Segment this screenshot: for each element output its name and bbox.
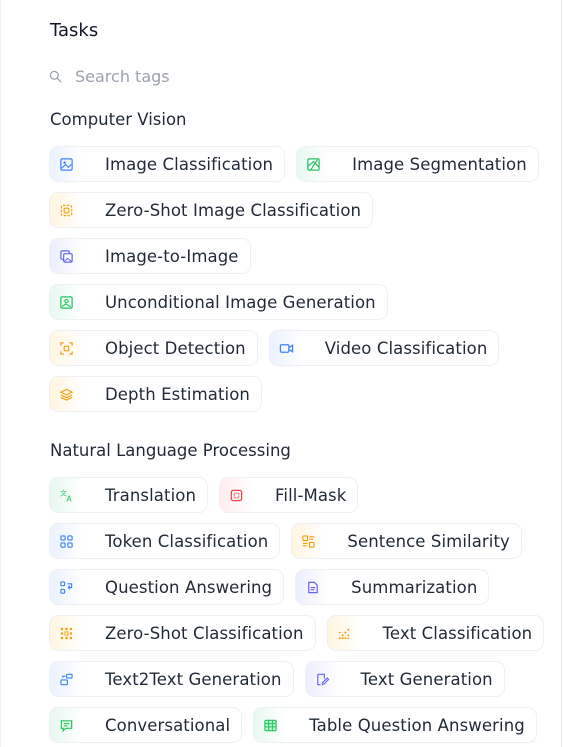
table-question-answering-icon (254, 708, 288, 742)
section-title-computer-vision: Computer Vision (50, 110, 187, 129)
tag-sentence-similarity[interactable]: Sentence Similarity (291, 523, 522, 559)
tag-label: Image-to-Image (105, 246, 239, 266)
tag-label: Zero-Shot Classification (105, 623, 304, 643)
tag-token-classification[interactable]: Token Classification (49, 523, 281, 559)
search-input[interactable] (75, 66, 325, 86)
tag-summarization[interactable]: Summarization (295, 569, 490, 605)
image-to-image-icon (50, 239, 83, 273)
svg-text:A: A (67, 494, 73, 502)
tag-question-answering[interactable]: Question Answering (49, 569, 285, 605)
tag-conversational[interactable]: Conversational (49, 707, 243, 743)
tag-label: Text Classification (382, 623, 533, 643)
tag-depth-estimation[interactable]: Depth Estimation (49, 376, 262, 412)
tag-label: Summarization (351, 577, 478, 597)
sentence-similarity-icon (292, 524, 326, 558)
tag-label: Fill-Mask (275, 485, 347, 505)
tag-label: Zero-Shot Image Classification (105, 200, 362, 220)
search-box[interactable] (49, 63, 349, 89)
tag-row: Image Classification Image Segmentation (49, 146, 539, 182)
tag-row: Question Answering Summarization (49, 569, 490, 605)
tag-label: Unconditional Image Generation (105, 292, 376, 312)
tag-translation[interactable]: 文A Translation (49, 477, 209, 513)
object-detection-icon (50, 331, 83, 365)
tag-label: Table Question Answering (309, 715, 525, 735)
tag-text-generation[interactable]: Text Generation (304, 661, 505, 697)
tag-row: Zero-Shot Classification Text Classifica… (49, 615, 545, 651)
tag-row: Text2Text Generation Text Generation (49, 661, 505, 697)
image-classification-icon (50, 147, 83, 181)
tag-row: 文A Translation Fill-Mask (49, 477, 359, 513)
fill-mask-icon (220, 478, 254, 512)
question-answering-icon (50, 570, 83, 604)
zero-shot-classification-icon (50, 616, 83, 650)
summarization-icon (296, 570, 330, 604)
tag-video-classification[interactable]: Video Classification (268, 330, 500, 366)
tag-row: Conversational Table Question Answering (49, 707, 537, 743)
tag-text-classification[interactable]: Text Classification (326, 615, 545, 651)
tag-row: Zero-Shot Image Classification (49, 192, 374, 228)
text2text-generation-icon (50, 662, 83, 696)
tag-image-segmentation[interactable]: Image Segmentation (296, 146, 539, 182)
tag-label: Image Classification (105, 154, 274, 174)
tag-row: Depth Estimation (49, 376, 262, 412)
tasks-panel: Tasks Computer Vision Image Classificati… (0, 0, 562, 747)
tag-label: Text2Text Generation (105, 669, 282, 689)
search-icon (49, 70, 62, 82)
text-generation-icon (305, 662, 339, 696)
tag-row: Object Detection Video Classification (49, 330, 500, 366)
tag-label: Token Classification (105, 531, 269, 551)
tag-image-to-image[interactable]: Image-to-Image (49, 238, 251, 274)
tag-object-detection[interactable]: Object Detection (49, 330, 258, 366)
tag-label: Video Classification (324, 338, 488, 358)
section-title-nlp: Natural Language Processing (50, 441, 291, 460)
tag-row: Image-to-Image (49, 238, 251, 274)
tag-label: Object Detection (105, 338, 246, 358)
tag-zero-shot-image-classification[interactable]: Zero-Shot Image Classification (49, 192, 374, 228)
translation-icon: 文A (50, 478, 83, 512)
depth-estimation-icon (50, 377, 83, 411)
tag-table-question-answering[interactable]: Table Question Answering (253, 707, 537, 743)
token-classification-icon (50, 524, 83, 558)
tag-image-classification[interactable]: Image Classification (49, 146, 286, 182)
image-generation-icon (50, 285, 83, 319)
conversational-icon (50, 708, 83, 742)
tag-row: Unconditional Image Generation (49, 284, 388, 320)
tag-label: Image Segmentation (352, 154, 527, 174)
video-classification-icon (269, 331, 303, 365)
tag-fill-mask[interactable]: Fill-Mask (219, 477, 359, 513)
tag-label: Depth Estimation (105, 384, 250, 404)
tag-label: Question Answering (105, 577, 273, 597)
tag-label: Sentence Similarity (347, 531, 510, 551)
tag-row: Token Classification Sentence Similarity (49, 523, 522, 559)
tag-label: Text Generation (360, 669, 493, 689)
tag-label: Translation (105, 485, 197, 505)
tag-zero-shot-classification[interactable]: Zero-Shot Classification (49, 615, 316, 651)
tag-text2text-generation[interactable]: Text2Text Generation (49, 661, 294, 697)
zero-shot-image-icon (50, 193, 83, 227)
image-segmentation-icon (297, 147, 331, 181)
tag-unconditional-image-generation[interactable]: Unconditional Image Generation (49, 284, 388, 320)
panel-title: Tasks (50, 20, 99, 41)
text-classification-icon (327, 616, 361, 650)
tag-label: Conversational (105, 715, 231, 735)
